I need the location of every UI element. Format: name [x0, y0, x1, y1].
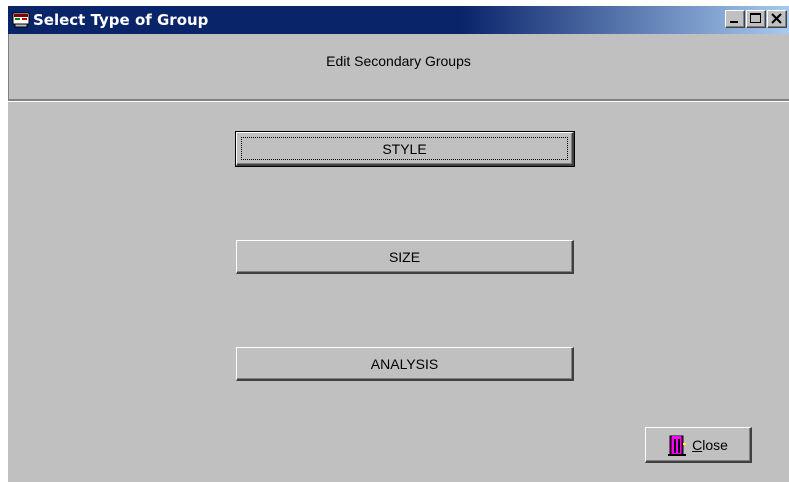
minimize-icon	[730, 21, 738, 23]
exit-door-icon	[668, 433, 688, 457]
close-window-button[interactable]	[767, 10, 787, 28]
maximize-button[interactable]	[746, 10, 766, 28]
maximize-icon	[750, 13, 761, 23]
close-x-icon	[771, 13, 782, 24]
style-button[interactable]: STYLE	[235, 131, 575, 167]
close-button-label: Close	[692, 437, 728, 453]
header-panel: Edit Secondary Groups	[8, 34, 789, 101]
minimize-button[interactable]	[725, 10, 745, 28]
header-text: Edit Secondary Groups	[326, 52, 471, 69]
size-button-label: SIZE	[388, 248, 421, 265]
close-label-rest: lose	[702, 436, 728, 453]
close-mnemonic: C	[692, 436, 703, 453]
app-window-icon	[12, 11, 30, 29]
analysis-button[interactable]: ANALYSIS	[236, 347, 574, 381]
window-title: Select Type of Group	[33, 11, 209, 29]
dialog-window: Select Type of Group Edit Secondary Grou…	[8, 6, 789, 482]
focus-ring	[241, 137, 568, 160]
size-button[interactable]: SIZE	[236, 240, 574, 274]
caption-buttons	[724, 10, 787, 28]
analysis-button-label: ANALYSIS	[370, 355, 439, 372]
close-button[interactable]: Close	[645, 427, 752, 463]
title-bar[interactable]: Select Type of Group	[8, 6, 789, 34]
